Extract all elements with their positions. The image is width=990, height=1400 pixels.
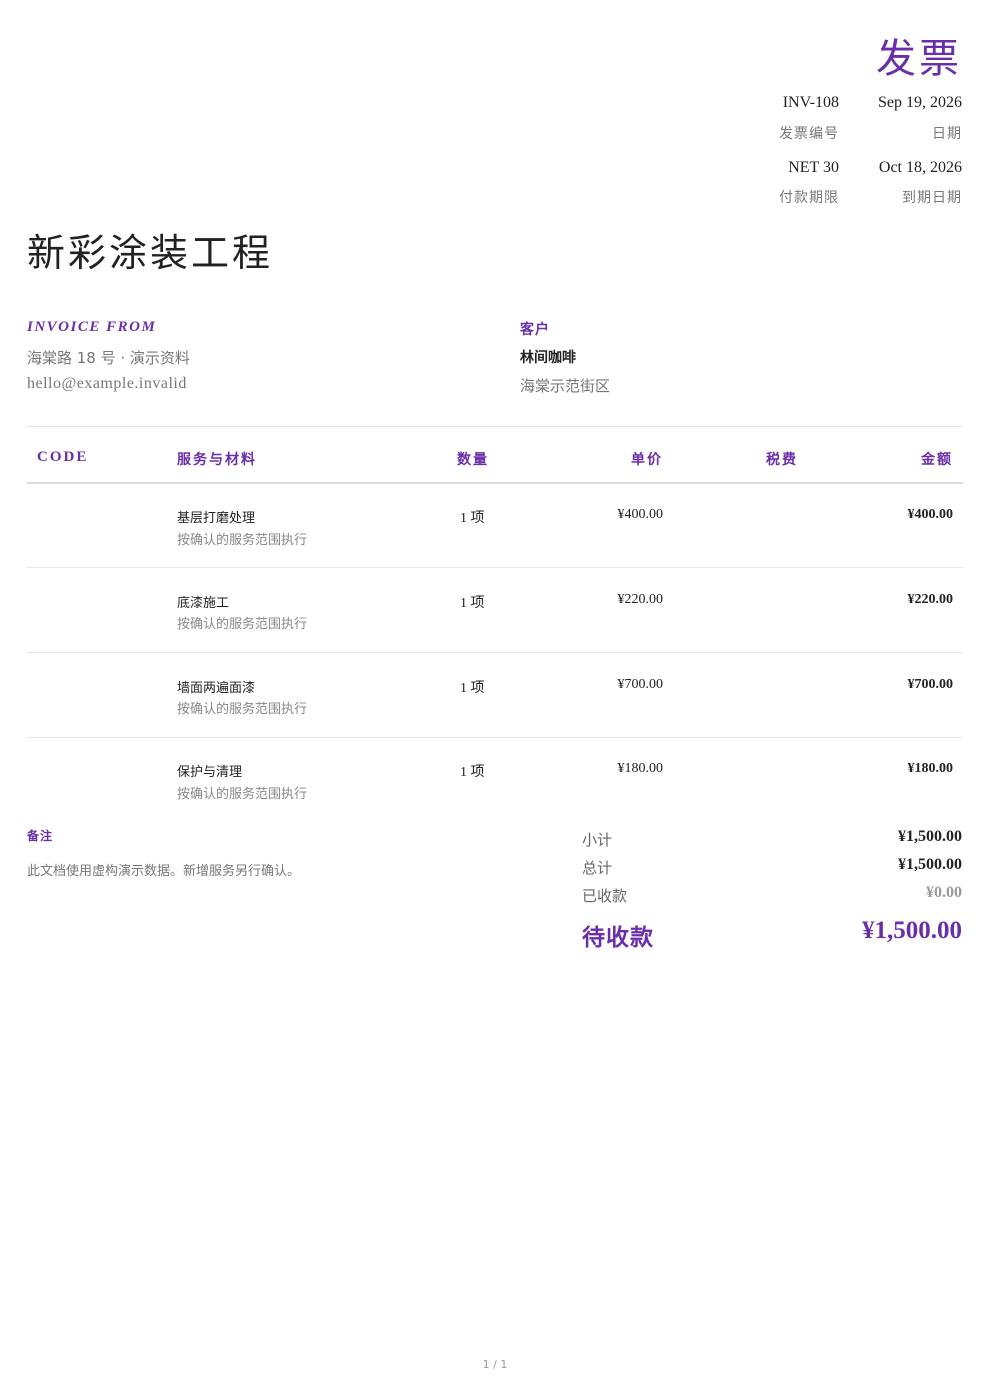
invoice-date-label: 日期 [932,126,962,142]
header-code: CODE [37,449,89,465]
client-address: 海棠示范街区 [520,377,611,395]
payment-terms: NET 30 [788,159,839,176]
header-tax: 税费 [766,452,798,468]
sender-address: 海棠路 18 号 · 演示资料 [27,349,190,367]
paid-label: 已收款 [582,887,628,905]
header-amount: 金额 [921,452,953,468]
row-divider [27,652,963,653]
row-item-name: 保护与清理 [177,765,243,780]
due-date-label: 到期日期 [902,190,962,206]
subtotal-value: ¥1,500.00 [898,828,962,845]
notes-text: 此文档使用虚构演示数据。新增服务另行确认。 [27,864,301,879]
total-value: ¥1,500.00 [898,856,962,873]
row-item-name: 墙面两遍面漆 [177,681,256,696]
row-item-name: 基层打磨处理 [177,511,256,526]
row-item-desc: 按确认的服务范围执行 [177,702,308,717]
row-qty: 1 项 [460,765,485,780]
row-amount: ¥400.00 [907,507,954,522]
amount-due-label: 待收款 [582,925,654,951]
row-unit-price: ¥700.00 [617,677,664,692]
page-number: 1 / 1 [482,1358,508,1371]
client-name: 林间咖啡 [520,350,576,366]
amount-due-value: ¥1,500.00 [862,917,962,944]
invoice-number-label: 发票编号 [779,126,839,142]
due-date: Oct 18, 2026 [878,159,962,176]
row-divider [27,737,963,738]
sender-email: hello@example.invalid [27,375,187,392]
invoice-from-heading: INVOICE FROM [27,319,157,335]
header-item: 服务与材料 [177,452,257,468]
row-item-desc: 按确认的服务范围执行 [177,533,308,548]
table-header-rule [27,482,963,484]
row-unit-price: ¥180.00 [617,761,664,776]
row-item-name: 底漆施工 [177,596,230,611]
row-unit-price: ¥400.00 [617,507,664,522]
row-qty: 1 项 [460,681,485,696]
subtotal-label: 小计 [582,831,613,849]
row-amount: ¥180.00 [907,761,954,776]
row-amount: ¥220.00 [907,592,954,607]
payment-terms-label: 付款期限 [779,190,839,206]
row-unit-price: ¥220.00 [617,592,664,607]
row-item-desc: 按确认的服务范围执行 [177,617,308,632]
row-divider [27,567,963,568]
project-title: 新彩涂装工程 [27,231,274,275]
header-unit-price: 单价 [631,452,663,468]
document-title: 发票 [876,36,962,82]
table-top-rule [27,426,963,427]
row-amount: ¥700.00 [907,677,954,692]
row-qty: 1 项 [460,511,485,526]
header-qty: 数量 [457,452,489,468]
notes-heading: 备注 [27,829,54,843]
invoice-number: INV-108 [782,94,839,111]
total-label: 总计 [582,859,613,877]
client-heading: 客户 [520,322,550,338]
paid-value: ¥0.00 [926,884,962,901]
row-item-desc: 按确认的服务范围执行 [177,787,308,802]
row-qty: 1 项 [460,596,485,611]
invoice-date: Sep 19, 2026 [878,94,962,111]
